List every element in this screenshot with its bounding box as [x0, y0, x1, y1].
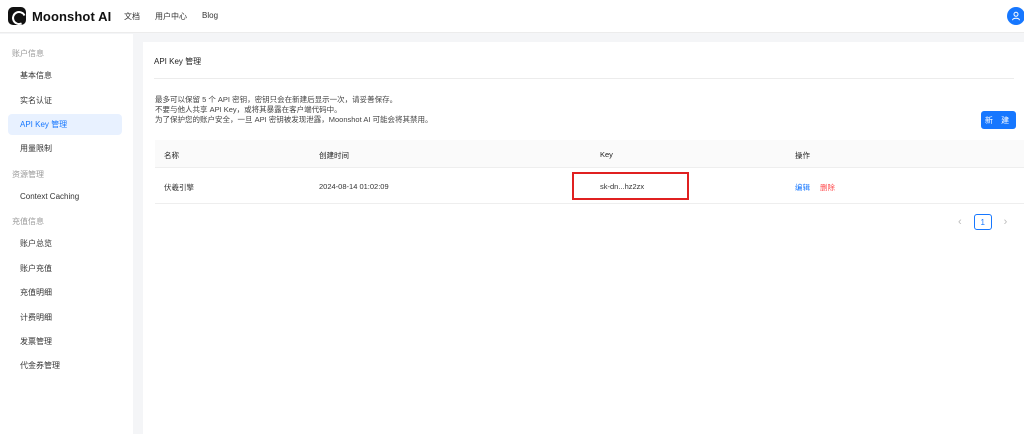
sidebar-item-verification[interactable]: 实名认证	[8, 90, 122, 111]
column-header-actions: 操作	[795, 151, 810, 160]
key-name: 伏羲引擎	[164, 183, 194, 192]
sidebar-group-billing: 充值信息	[12, 217, 44, 226]
description-line: 最多可以保留 5 个 API 密钥，密钥只会在新建后显示一次，请妥善保存。	[155, 95, 398, 104]
delete-button[interactable]: 删除	[820, 183, 835, 192]
logo[interactable]: Moonshot AI	[8, 7, 111, 25]
edit-button[interactable]: 编辑	[795, 183, 810, 192]
nav-item-docs[interactable]: 文档	[124, 11, 140, 22]
sidebar-item-vouchers[interactable]: 代金券管理	[8, 355, 122, 376]
key-highlight-box	[572, 172, 689, 200]
sidebar-item-context-caching[interactable]: Context Caching	[8, 186, 122, 207]
sidebar-item-basic-info[interactable]: 基本信息	[8, 65, 122, 86]
moonshot-logo-icon	[8, 7, 26, 25]
description-line: 不要与他人共享 API Key，或将其暴露在客户端代码中。	[155, 105, 342, 114]
column-header-key: Key	[600, 150, 613, 159]
key-created-time: 2024-08-14 01:02:09	[319, 182, 389, 191]
column-header-name: 名称	[164, 151, 179, 160]
title-divider	[154, 78, 1014, 79]
sidebar-group-account: 账户信息	[12, 49, 44, 58]
top-nav: 文档 用户中心 Blog	[124, 11, 218, 22]
description-line: 为了保护您的账户安全，一旦 API 密钥被发现泄露，Moonshot AI 可能…	[155, 115, 433, 124]
sidebar-item-usage-limit[interactable]: 用量限制	[8, 138, 122, 159]
row-actions: 编辑 删除	[795, 182, 835, 193]
app-name: Moonshot AI	[32, 8, 112, 24]
pagination: ‹ 1 ›	[958, 214, 1007, 230]
table-row: 伏羲引擎 2024-08-14 01:02:09 sk-dn...hz2zx 编…	[155, 168, 1024, 204]
sidebar-item-recharge-details[interactable]: 充值明细	[8, 282, 122, 303]
user-avatar[interactable]	[1007, 7, 1024, 25]
page-title: API Key 管理	[154, 57, 202, 66]
sidebar-item-billing-details[interactable]: 计费明细	[8, 307, 122, 328]
user-icon	[1012, 11, 1020, 21]
sidebar-item-api-key[interactable]: API Key 管理	[8, 114, 122, 135]
api-key-description: 最多可以保留 5 个 API 密钥，密钥只会在新建后显示一次，请妥善保存。 不要…	[155, 95, 433, 125]
chevron-left-icon[interactable]: ‹	[958, 214, 962, 230]
sidebar-group-resources: 资源管理	[12, 170, 44, 179]
nav-item-user-center[interactable]: 用户中心	[155, 11, 187, 22]
main-panel: API Key 管理 最多可以保留 5 个 API 密钥，密钥只会在新建后显示一…	[143, 42, 1024, 434]
chevron-right-icon[interactable]: ›	[1004, 214, 1008, 230]
sidebar: 账户信息 基本信息 实名认证 API Key 管理 用量限制 资源管理 Cont…	[0, 34, 133, 434]
table-header: 名称 创建时间 Key 操作	[155, 140, 1024, 168]
page-number-current[interactable]: 1	[973, 214, 992, 230]
new-api-key-button[interactable]: 新 建	[981, 111, 1016, 129]
sidebar-item-account-overview[interactable]: 账户总览	[8, 233, 122, 254]
sidebar-item-invoices[interactable]: 发票管理	[8, 331, 122, 352]
nav-item-blog[interactable]: Blog	[202, 11, 218, 22]
sidebar-item-recharge[interactable]: 账户充值	[8, 258, 122, 279]
top-bar: Moonshot AI 文档 用户中心 Blog	[0, 0, 1024, 33]
column-header-created: 创建时间	[319, 151, 349, 160]
